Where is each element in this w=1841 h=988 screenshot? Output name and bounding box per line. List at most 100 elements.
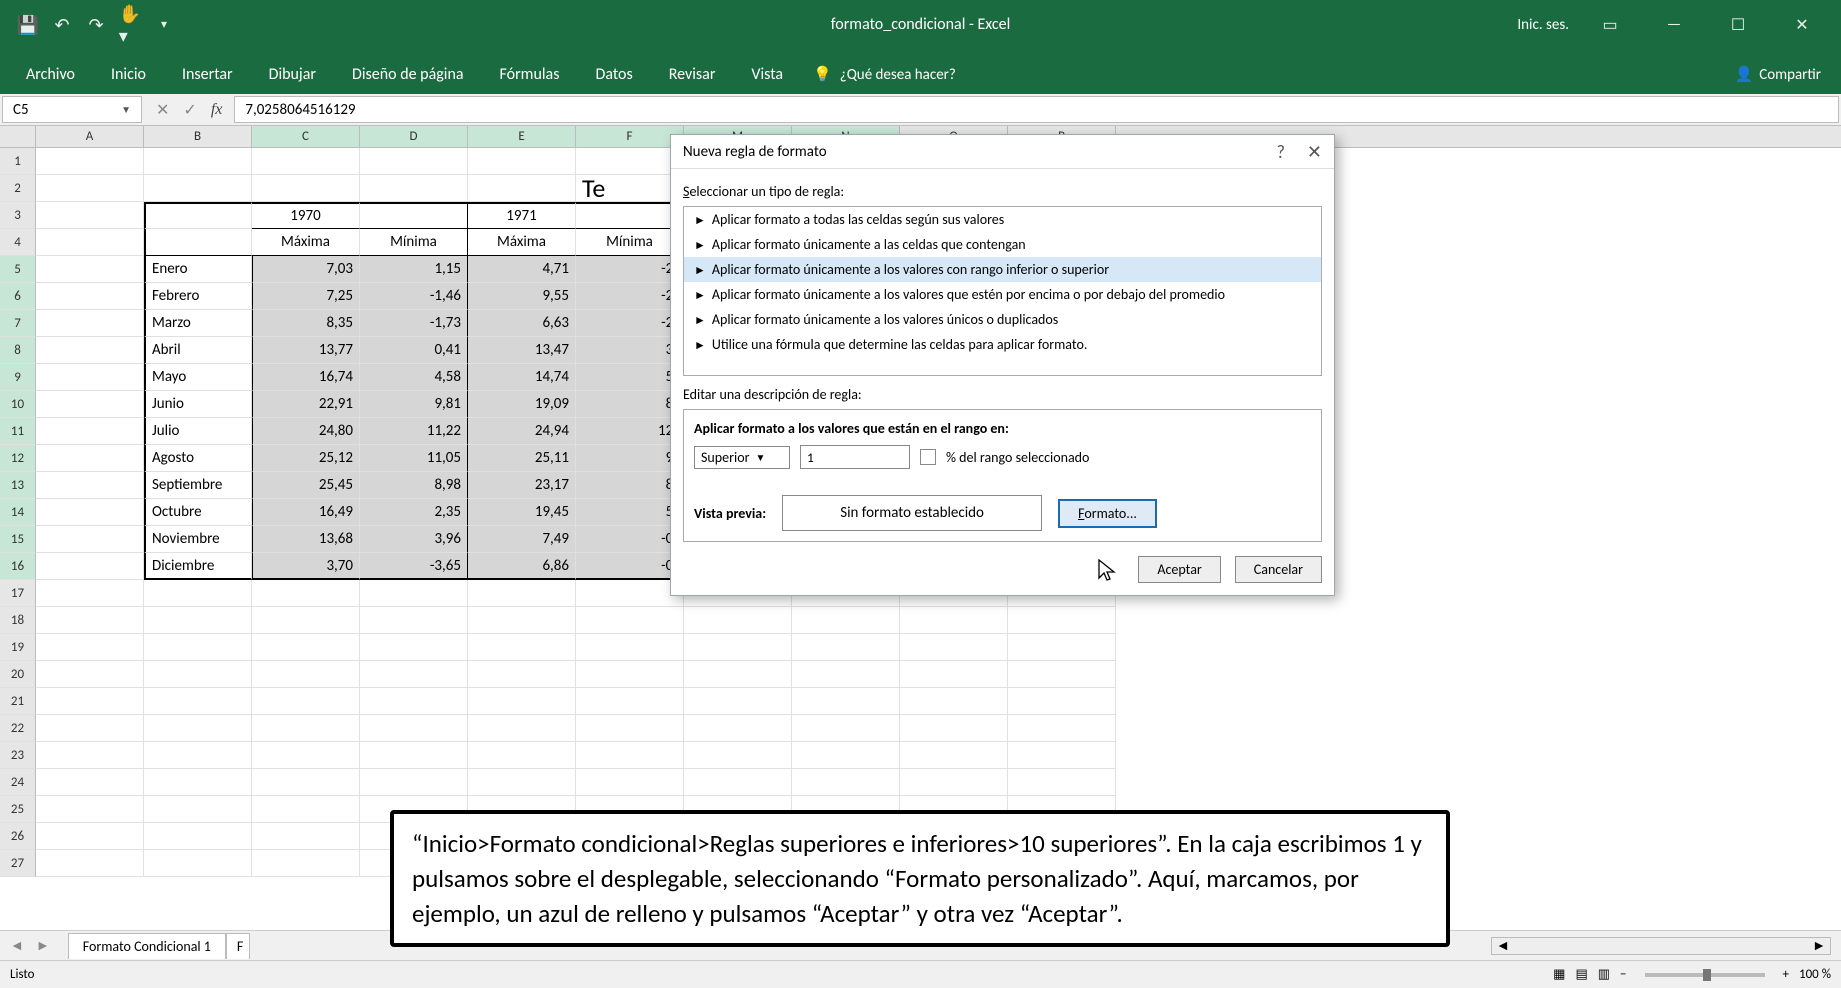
row-header[interactable]: 2	[0, 175, 36, 202]
cell[interactable]	[36, 607, 144, 634]
cell[interactable]	[36, 337, 144, 364]
month-cell[interactable]: Septiembre	[144, 472, 252, 499]
data-cell[interactable]: 23,17	[468, 472, 576, 499]
row-header[interactable]: 9	[0, 364, 36, 391]
cell[interactable]	[576, 688, 684, 715]
redo-icon[interactable]: ↷	[86, 15, 106, 35]
undo-icon[interactable]: ↶	[52, 15, 72, 35]
cell[interactable]	[36, 391, 144, 418]
horizontal-scrollbar[interactable]: ◄ ►	[1491, 937, 1831, 955]
col-header[interactable]: B	[144, 126, 252, 147]
cell[interactable]	[36, 526, 144, 553]
cell[interactable]	[36, 823, 144, 850]
cell[interactable]	[576, 634, 684, 661]
rule-option[interactable]: ►Aplicar formato únicamente a los valore…	[684, 307, 1321, 332]
cell[interactable]	[900, 742, 1008, 769]
cell[interactable]	[360, 661, 468, 688]
rule-option[interactable]: ►Aplicar formato a todas las celdas segú…	[684, 207, 1321, 232]
data-cell[interactable]: -1,73	[360, 310, 468, 337]
col-header-max[interactable]: Máxima	[252, 229, 360, 256]
cell[interactable]	[360, 607, 468, 634]
cell[interactable]	[576, 715, 684, 742]
rule-type-list[interactable]: ►Aplicar formato a todas las celdas segú…	[683, 206, 1322, 376]
data-cell[interactable]: 8,	[576, 472, 684, 499]
cell[interactable]	[360, 715, 468, 742]
dialog-titlebar[interactable]: Nueva regla de formato ? ✕	[671, 135, 1334, 169]
cell[interactable]	[468, 742, 576, 769]
data-cell[interactable]: 5,	[576, 364, 684, 391]
cell[interactable]	[252, 580, 360, 607]
data-cell[interactable]: 25,12	[252, 445, 360, 472]
data-cell[interactable]: 16,49	[252, 499, 360, 526]
data-cell[interactable]: 8,	[576, 391, 684, 418]
name-box[interactable]: C5 ▼	[2, 96, 142, 123]
row-header[interactable]: 15	[0, 526, 36, 553]
data-cell[interactable]: 5,	[576, 499, 684, 526]
month-cell[interactable]: Enero	[144, 256, 252, 283]
zoom-level[interactable]: 100 %	[1799, 967, 1831, 982]
rank-direction-combo[interactable]: Superior ▼	[694, 446, 790, 469]
row-header[interactable]: 22	[0, 715, 36, 742]
cell[interactable]	[468, 580, 576, 607]
month-cell[interactable]: Noviembre	[144, 526, 252, 553]
cell[interactable]	[144, 607, 252, 634]
row-header[interactable]: 1	[0, 148, 36, 175]
data-cell[interactable]: 19,45	[468, 499, 576, 526]
cell[interactable]	[144, 634, 252, 661]
rule-option-selected[interactable]: ►Aplicar formato únicamente a los valore…	[684, 257, 1321, 282]
sheet-tab[interactable]: Formato Condicional 1	[68, 933, 226, 959]
col-header[interactable]: A	[36, 126, 144, 147]
cell[interactable]	[576, 607, 684, 634]
col-header-min[interactable]: Mínima	[360, 229, 468, 256]
data-cell[interactable]: 13,77	[252, 337, 360, 364]
share-button[interactable]: 👤 Compartir	[1735, 65, 1833, 94]
cell[interactable]	[144, 742, 252, 769]
cell[interactable]	[144, 175, 252, 202]
cell[interactable]	[900, 661, 1008, 688]
cell[interactable]	[1008, 769, 1116, 796]
cell[interactable]	[468, 688, 576, 715]
row-header[interactable]: 26	[0, 823, 36, 850]
month-cell[interactable]: Agosto	[144, 445, 252, 472]
cell[interactable]	[36, 553, 144, 580]
cell[interactable]	[792, 688, 900, 715]
data-cell[interactable]: -0,	[576, 526, 684, 553]
cell[interactable]	[144, 688, 252, 715]
data-cell[interactable]: 4,58	[360, 364, 468, 391]
data-cell[interactable]: 1,15	[360, 256, 468, 283]
cell[interactable]	[252, 769, 360, 796]
row-header[interactable]: 18	[0, 607, 36, 634]
tab-datos[interactable]: Datos	[577, 55, 650, 94]
tab-insertar[interactable]: Insertar	[164, 55, 251, 94]
cell[interactable]	[792, 769, 900, 796]
touch-mode-icon[interactable]: ✋▾	[120, 15, 140, 35]
cell[interactable]	[360, 202, 468, 229]
tab-formulas[interactable]: Fórmulas	[482, 55, 578, 94]
month-cell[interactable]: Octubre	[144, 499, 252, 526]
row-header[interactable]: 7	[0, 310, 36, 337]
cell[interactable]	[576, 580, 684, 607]
cell[interactable]	[576, 661, 684, 688]
cell[interactable]	[252, 661, 360, 688]
cell[interactable]	[252, 607, 360, 634]
tab-vista[interactable]: Vista	[733, 55, 801, 94]
cell[interactable]	[36, 850, 144, 877]
tab-archivo[interactable]: Archivo	[8, 55, 93, 94]
row-header[interactable]: 13	[0, 472, 36, 499]
cell[interactable]	[36, 472, 144, 499]
data-cell[interactable]: -3,65	[360, 553, 468, 580]
cell[interactable]	[144, 229, 252, 256]
signin-link[interactable]: Inic. ses.	[1517, 16, 1569, 34]
cell[interactable]	[36, 499, 144, 526]
next-sheet-icon[interactable]: ►	[36, 937, 50, 954]
cell[interactable]	[792, 634, 900, 661]
data-cell[interactable]: 19,09	[468, 391, 576, 418]
data-cell[interactable]: 3,70	[252, 553, 360, 580]
col-header[interactable]: D	[360, 126, 468, 147]
cell[interactable]	[360, 148, 468, 175]
select-all-corner[interactable]	[0, 126, 36, 147]
data-cell[interactable]: 24,94	[468, 418, 576, 445]
cell[interactable]	[900, 607, 1008, 634]
cell[interactable]	[252, 742, 360, 769]
cell[interactable]	[144, 661, 252, 688]
